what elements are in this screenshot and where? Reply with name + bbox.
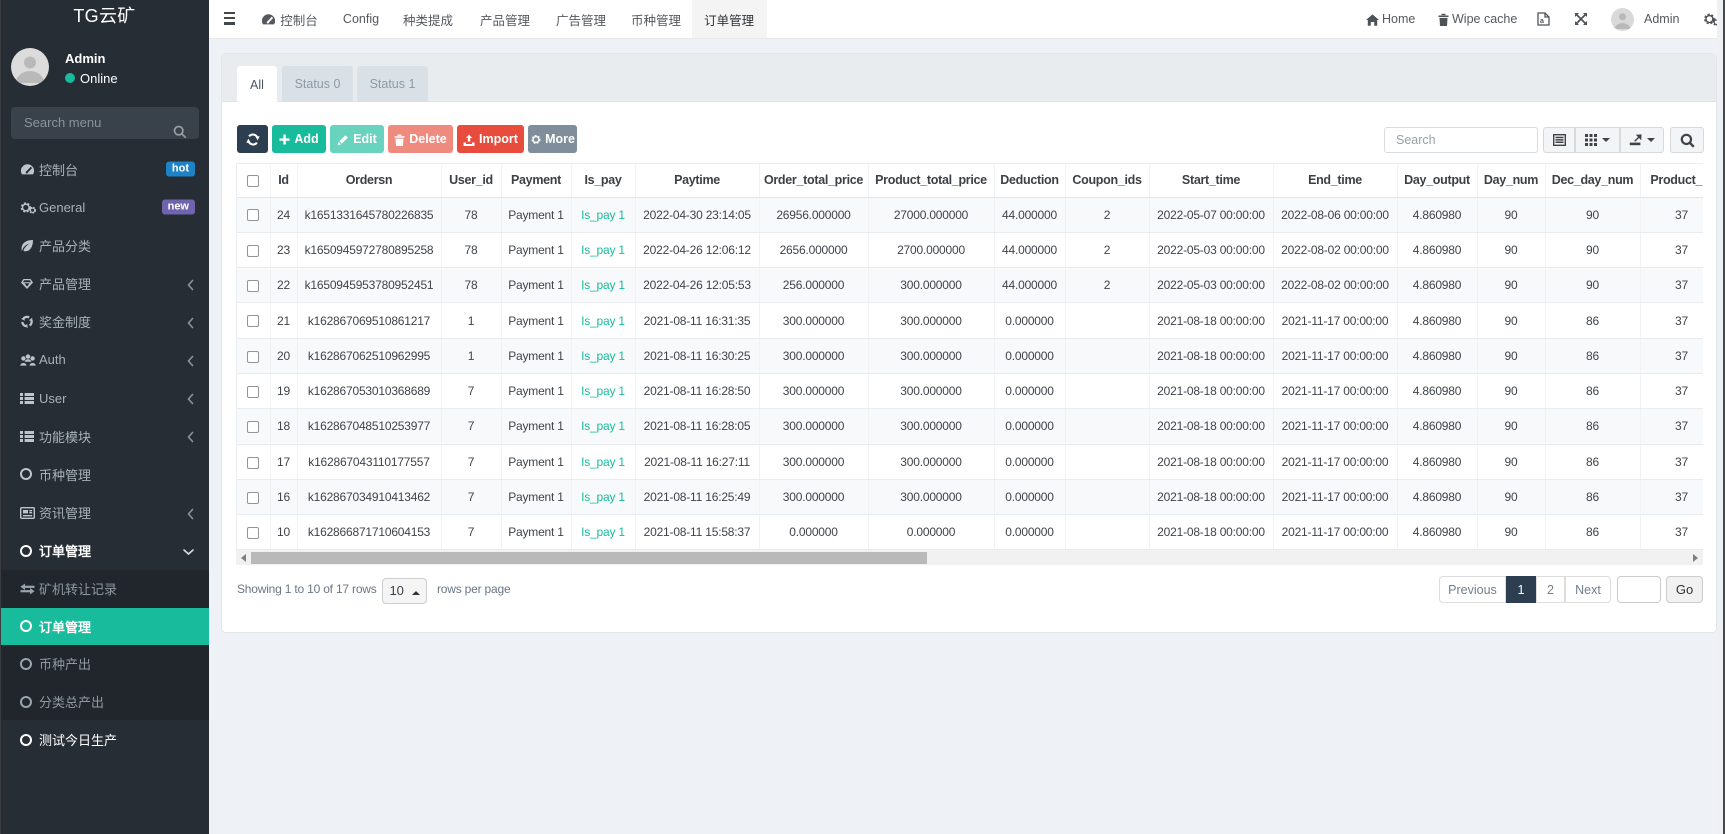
svg-text:a: a bbox=[1540, 18, 1544, 25]
